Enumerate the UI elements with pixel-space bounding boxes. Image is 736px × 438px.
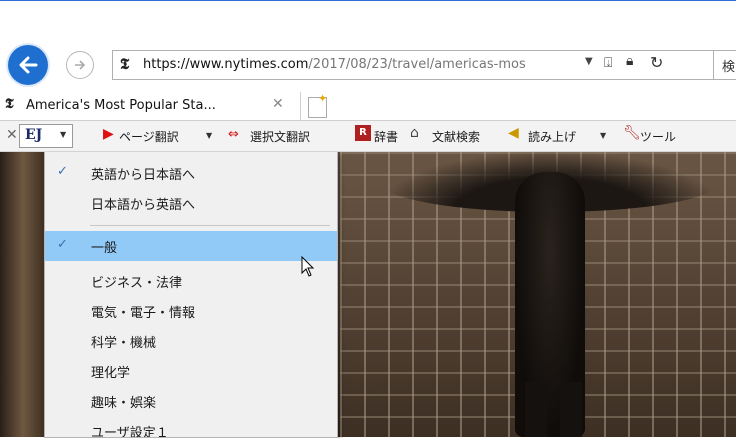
- ej-label: EJ: [25, 127, 43, 143]
- new-tab-sparkle-icon: ✦: [318, 92, 328, 105]
- site-favicon-icon: 𝕿: [120, 55, 130, 73]
- share-icon[interactable]: ⍗: [604, 55, 612, 71]
- forward-button[interactable]: [66, 51, 94, 79]
- url-text[interactable]: https://www.nytimes.com/2017/08/23/trave…: [143, 57, 526, 72]
- menu-item-label: 趣味・娯楽: [91, 396, 157, 411]
- menu-item-general[interactable]: ✓ 一般: [45, 231, 337, 261]
- ej-dropdown-arrow-icon: ▼: [60, 130, 67, 139]
- toolbar-close-icon[interactable]: ✕: [6, 127, 18, 143]
- tab-title: America's Most Popular Sta...: [26, 98, 216, 113]
- menu-item-en-to-ja[interactable]: ✓ 英語から日本語へ: [45, 158, 337, 188]
- tab-bar: 𝕿 America's Most Popular Sta... ✕ ✦: [0, 92, 736, 121]
- menu-item-label: 日本語から英語へ: [91, 198, 196, 213]
- selected-translate-button[interactable]: 選択文翻訳: [250, 128, 310, 145]
- read-aloud-button[interactable]: 読み上げ: [528, 128, 576, 145]
- literature-search-button[interactable]: 文献検索: [432, 128, 480, 145]
- menu-item-label: 科学・機械: [91, 336, 157, 351]
- checkmark-icon: ✓: [57, 164, 68, 179]
- menu-item-label: ユーザ設定１: [91, 426, 169, 438]
- menu-item-label: 一般: [91, 241, 118, 256]
- dictionary-button[interactable]: 辞書: [374, 128, 398, 145]
- menu-item-label: 理化学: [91, 366, 131, 381]
- statue-leg: [560, 382, 582, 437]
- refresh-icon[interactable]: ↻: [650, 53, 663, 72]
- tools-icon[interactable]: 🔧︎: [623, 125, 641, 141]
- tab-close-icon[interactable]: ✕: [272, 96, 284, 112]
- mouse-cursor-icon: [301, 256, 315, 277]
- url-host: https://www.nytimes.com: [143, 57, 309, 72]
- menu-item-physics-chemistry[interactable]: 理化学: [45, 356, 337, 386]
- menu-item-label: ビジネス・法律: [91, 276, 183, 291]
- page-translate-button[interactable]: ページ翻訳: [119, 128, 179, 145]
- lock-icon[interactable]: 🔒︎: [626, 53, 633, 69]
- menu-item-business-law[interactable]: ビジネス・法律: [45, 266, 337, 296]
- photo-left-edge: [0, 152, 46, 437]
- read-aloud-arrow-icon[interactable]: ▼: [600, 131, 606, 140]
- page-translate-icon[interactable]: ▶: [103, 126, 114, 142]
- checkmark-icon: ✓: [57, 237, 68, 252]
- forward-arrow-icon: [75, 60, 86, 70]
- ej-dropdown-menu: ✓ 英語から日本語へ 日本語から英語へ ✓ 一般 ビジネス・法律 電気・電子・情…: [44, 152, 338, 438]
- speaker-icon[interactable]: ◀: [508, 125, 519, 141]
- menu-item-label: 電気・電子・情報: [91, 306, 196, 321]
- translation-toolbar: ✕ EJ ▼ ▶ ページ翻訳 ▼ ⇔ 選択文翻訳 R 辞書 ⌂ 文献検索 ◀ 読…: [0, 121, 736, 152]
- menu-item-science-machinery[interactable]: 科学・機械: [45, 326, 337, 356]
- selected-translate-icon[interactable]: ⇔: [228, 127, 239, 142]
- dictionary-icon[interactable]: R: [355, 125, 371, 141]
- menu-item-electronics[interactable]: 電気・電子・情報: [45, 296, 337, 326]
- tools-button[interactable]: ツール: [640, 128, 676, 145]
- back-arrow-icon: [19, 56, 38, 74]
- menu-item-ja-to-en[interactable]: 日本語から英語へ: [45, 188, 337, 218]
- search-text: 検: [722, 60, 736, 75]
- url-dropdown-icon[interactable]: ▼: [585, 56, 593, 67]
- menu-item-label: 英語から日本語へ: [91, 168, 196, 183]
- menu-item-hobby[interactable]: 趣味・娯楽: [45, 386, 337, 416]
- back-button[interactable]: [8, 45, 48, 85]
- tab-favicon-icon: 𝕿: [5, 96, 14, 112]
- literature-search-icon[interactable]: ⌂: [410, 125, 419, 141]
- menu-item-user-setting-1[interactable]: ユーザ設定１: [45, 416, 337, 438]
- browser-tab[interactable]: 𝕿 America's Most Popular Sta... ✕: [0, 92, 301, 120]
- url-path: /2017/08/23/travel/americas-mos: [308, 57, 526, 72]
- menu-separator: [90, 225, 330, 226]
- page-translate-arrow-icon[interactable]: ▼: [206, 131, 212, 140]
- statue-leg: [525, 382, 547, 437]
